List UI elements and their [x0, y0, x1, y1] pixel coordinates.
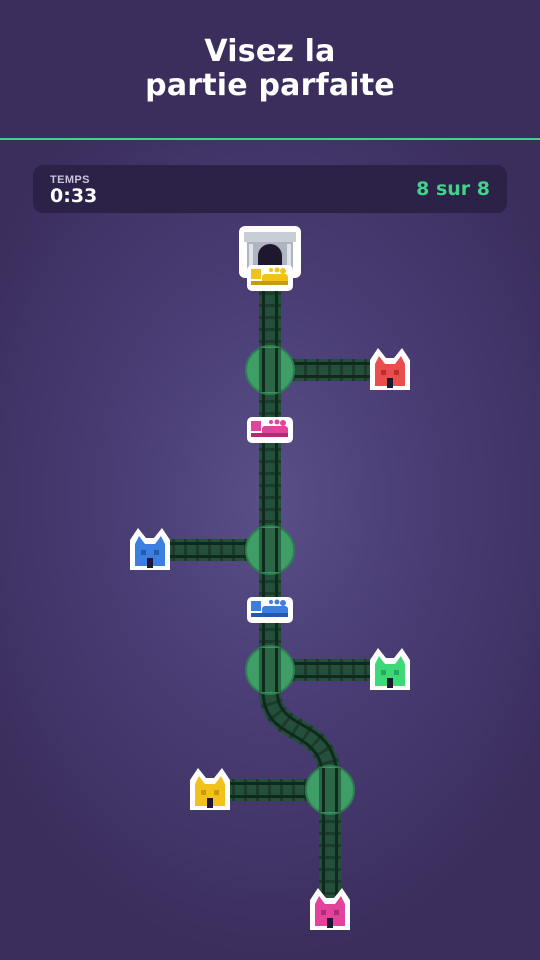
train-yellow	[247, 265, 293, 291]
switch-1[interactable]	[245, 345, 295, 395]
track-segment	[259, 280, 281, 700]
train-blue	[247, 597, 293, 623]
house-yellow	[190, 768, 230, 810]
house-blue	[130, 528, 170, 570]
house-red	[370, 348, 410, 390]
game-board	[130, 226, 410, 930]
switch-2[interactable]	[245, 525, 295, 575]
house-green	[370, 648, 410, 690]
switch-3[interactable]	[245, 645, 295, 695]
switch-4[interactable]	[305, 765, 355, 815]
train-pink	[247, 417, 293, 443]
